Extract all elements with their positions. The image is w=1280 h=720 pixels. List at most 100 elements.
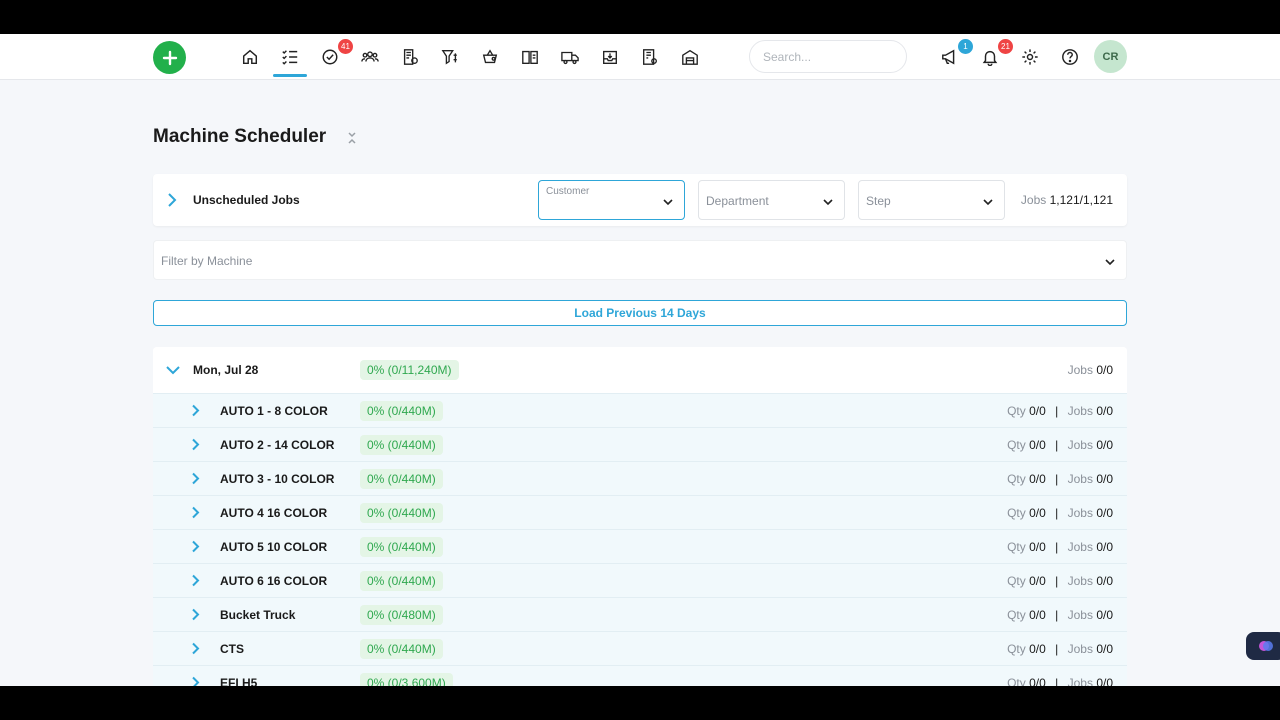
chevron-down-icon[interactable] (165, 363, 181, 377)
qty-value: 0/0 (1029, 506, 1046, 520)
machine-name: AUTO 4 16 COLOR (220, 506, 328, 520)
jobs-label: Jobs (1067, 642, 1093, 656)
qty-value: 0/0 (1029, 608, 1046, 622)
day-label: Mon, Jul 28 (193, 363, 259, 377)
top-nav: 41 1 (0, 34, 1280, 80)
user-avatar[interactable]: CR (1094, 40, 1127, 73)
assistant-widget[interactable] (1246, 632, 1280, 660)
separator: | (1055, 676, 1059, 686)
machine-row[interactable]: AUTO 5 10 COLOR 0% (0/440M) Qty 0/0 | Jo… (153, 529, 1127, 563)
machine-name: AUTO 1 - 8 COLOR (220, 404, 328, 418)
jobs-value: 0/0 (1096, 608, 1113, 622)
machine-counts: Qty 0/0 | Jobs 0/0 (1007, 540, 1113, 554)
gear-icon[interactable] (1019, 46, 1041, 68)
chevron-right-icon[interactable] (191, 676, 201, 686)
announcements-icon[interactable]: 1 (939, 39, 973, 68)
qty-label: Qty (1007, 608, 1026, 622)
tasks-icon[interactable] (279, 46, 301, 68)
jobs-value: 0/0 (1096, 472, 1113, 486)
unscheduled-jobs-count: Jobs 1,121/1,121 (1021, 193, 1113, 207)
search-input[interactable] (749, 40, 907, 73)
load-previous-button[interactable]: Load Previous 14 Days (153, 300, 1127, 326)
collapse-all-icon[interactable] (346, 131, 358, 145)
machine-capacity-badge: 0% (0/440M) (360, 571, 443, 591)
customers-icon[interactable] (359, 46, 381, 68)
jobs-label: Jobs (1067, 438, 1093, 452)
machine-capacity-badge: 0% (0/440M) (360, 435, 443, 455)
catalog-icon[interactable] (519, 46, 541, 68)
separator: | (1055, 506, 1059, 520)
unscheduled-jobs-panel: Unscheduled Jobs Customer Department Ste… (153, 174, 1127, 226)
chevron-right-icon[interactable] (191, 540, 201, 553)
step-select[interactable]: Step (858, 180, 1005, 220)
machine-row[interactable]: CTS 0% (0/440M) Qty 0/0 | Jobs 0/0 (153, 631, 1127, 665)
pricing-icon[interactable] (439, 46, 461, 68)
warehouse-icon[interactable] (679, 46, 701, 68)
machine-capacity-badge: 0% (0/440M) (360, 401, 443, 421)
machine-name: EFI H5 (220, 676, 258, 686)
reports-icon[interactable] (639, 46, 661, 68)
machine-row[interactable]: AUTO 2 - 14 COLOR 0% (0/440M) Qty 0/0 | … (153, 427, 1127, 461)
machine-counts: Qty 0/0 | Jobs 0/0 (1007, 506, 1113, 520)
qty-value: 0/0 (1029, 642, 1046, 656)
jobs-label: Jobs (1020, 193, 1047, 207)
jobs-value: 0/0 (1096, 438, 1113, 452)
machine-counts: Qty 0/0 | Jobs 0/0 (1007, 608, 1113, 622)
filter-placeholder: Filter by Machine (161, 254, 253, 268)
machine-row[interactable]: AUTO 4 16 COLOR 0% (0/440M) Qty 0/0 | Jo… (153, 495, 1127, 529)
qty-label: Qty (1007, 506, 1026, 520)
customer-select-label: Customer (546, 186, 590, 197)
qty-label: Qty (1007, 472, 1026, 486)
chevron-right-icon[interactable] (191, 404, 201, 417)
jobs-value: 0/0 (1096, 404, 1113, 418)
machine-capacity-badge: 0% (0/480M) (360, 605, 443, 625)
plus-icon (162, 50, 177, 65)
invoices-icon[interactable] (399, 46, 421, 68)
chevron-right-icon[interactable] (191, 642, 201, 655)
chevron-right-icon[interactable] (191, 506, 201, 519)
machine-row[interactable]: EFI H5 0% (0/3,600M) Qty 0/0 | Jobs 0/0 (153, 665, 1127, 686)
department-placeholder: Department (706, 194, 769, 208)
separator: | (1055, 574, 1059, 588)
unscheduled-jobs-label: Unscheduled Jobs (193, 193, 300, 207)
machine-counts: Qty 0/0 | Jobs 0/0 (1007, 438, 1113, 452)
help-icon[interactable] (1059, 46, 1081, 68)
chevron-right-icon[interactable] (191, 438, 201, 451)
filter-by-machine-select[interactable]: Filter by Machine (153, 240, 1127, 280)
home-icon[interactable] (239, 46, 261, 68)
inbox-icon[interactable] (599, 46, 621, 68)
machine-name: Bucket Truck (220, 608, 296, 622)
machine-row[interactable]: AUTO 1 - 8 COLOR 0% (0/440M) Qty 0/0 | J… (153, 393, 1127, 427)
create-new-button[interactable] (153, 41, 186, 74)
chevron-right-icon[interactable] (191, 608, 201, 621)
qty-label: Qty (1007, 438, 1026, 452)
jobs-value: 0/0 (1096, 506, 1113, 520)
machine-row[interactable]: AUTO 3 - 10 COLOR 0% (0/440M) Qty 0/0 | … (153, 461, 1127, 495)
products-icon[interactable] (479, 46, 501, 68)
approvals-icon[interactable]: 41 (319, 39, 353, 68)
customer-select[interactable]: Customer (538, 180, 685, 220)
machine-row[interactable]: Bucket Truck 0% (0/480M) Qty 0/0 | Jobs … (153, 597, 1127, 631)
qty-value: 0/0 (1029, 676, 1046, 686)
day-header[interactable]: Mon, Jul 28 0% (0/11,240M) Jobs 0/0 (153, 347, 1127, 393)
chevron-right-icon[interactable] (191, 472, 201, 485)
qty-value: 0/0 (1029, 472, 1046, 486)
day-jobs-count: Jobs 0/0 (1068, 363, 1113, 377)
separator: | (1055, 540, 1059, 554)
expand-unscheduled-icon[interactable] (165, 192, 179, 208)
jobs-label: Jobs (1067, 540, 1093, 554)
bell-icon[interactable]: 21 (979, 39, 1013, 68)
shipping-icon[interactable] (559, 46, 581, 68)
machine-counts: Qty 0/0 | Jobs 0/0 (1007, 472, 1113, 486)
machine-name: AUTO 3 - 10 COLOR (220, 472, 335, 486)
active-nav-indicator (273, 74, 307, 77)
machine-name: CTS (220, 642, 244, 656)
qty-label: Qty (1007, 404, 1026, 418)
jobs-value: 0/0 (1096, 676, 1113, 686)
department-select[interactable]: Department (698, 180, 845, 220)
jobs-label: Jobs (1067, 363, 1093, 377)
chevron-right-icon[interactable] (191, 574, 201, 587)
machine-capacity-badge: 0% (0/440M) (360, 469, 443, 489)
machine-row[interactable]: AUTO 6 16 COLOR 0% (0/440M) Qty 0/0 | Jo… (153, 563, 1127, 597)
machine-name: AUTO 6 16 COLOR (220, 574, 328, 588)
